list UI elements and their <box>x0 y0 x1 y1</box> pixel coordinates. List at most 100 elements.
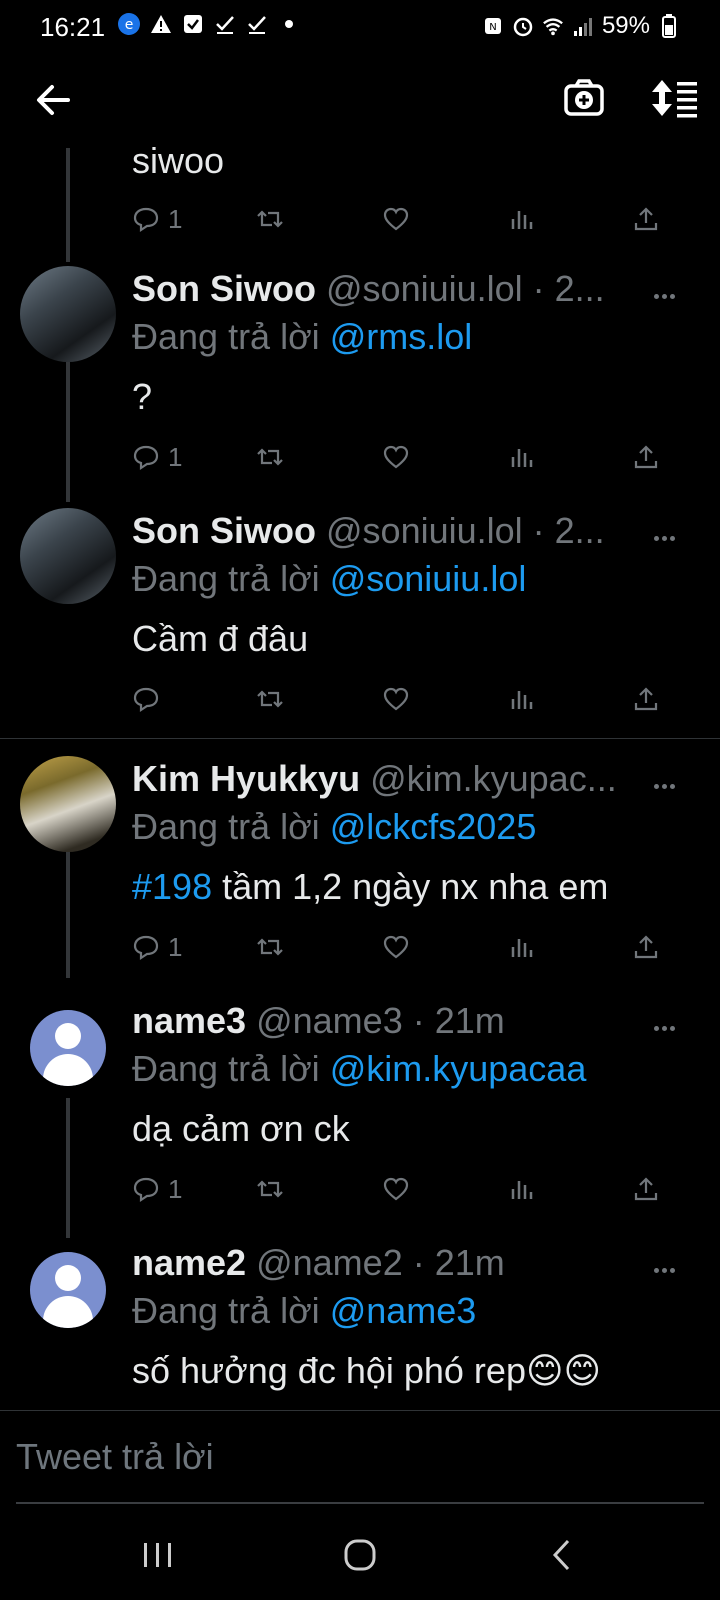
composer-underline <box>16 1502 704 1504</box>
reply-button[interactable]: 1 <box>132 202 182 236</box>
back-button[interactable] <box>32 78 76 122</box>
display-name[interactable]: Son Siwoo <box>132 510 316 551</box>
heart-icon <box>383 445 409 469</box>
views-button[interactable] <box>508 202 536 236</box>
share-button[interactable] <box>632 930 660 964</box>
dot-icon <box>278 13 300 35</box>
views-button[interactable] <box>508 1172 536 1206</box>
retweet-button[interactable] <box>256 202 284 236</box>
share-button[interactable] <box>632 440 660 474</box>
share-icon <box>634 445 658 469</box>
more-options-icon[interactable] <box>654 1018 684 1038</box>
divider <box>0 1410 720 1411</box>
avatar[interactable] <box>20 508 116 604</box>
mention-link[interactable]: @rms.lol <box>330 316 473 357</box>
status-time: 16:21 <box>40 12 106 42</box>
divider <box>0 738 720 739</box>
camera-button[interactable] <box>562 76 606 120</box>
share-button[interactable] <box>632 1172 660 1206</box>
display-name[interactable]: name3 <box>132 1000 246 1041</box>
replying-to-label: Đang trả lời <box>132 1290 320 1331</box>
retweet-button[interactable] <box>256 930 284 964</box>
reply-button[interactable]: 1 <box>132 1172 182 1206</box>
replying-to: Đang trả lời @rms.lol <box>132 316 472 358</box>
sort-button[interactable] <box>650 76 700 120</box>
share-button[interactable] <box>632 682 660 716</box>
like-button[interactable] <box>382 440 410 474</box>
status-bar: 16:21 e N 59% <box>0 0 720 52</box>
tweet-header: name2 @name2 · 21m <box>132 1242 662 1284</box>
reply-button[interactable]: 1 <box>132 930 182 964</box>
tweet-text: siwoo <box>132 140 225 181</box>
check-icon <box>214 13 236 35</box>
replying-to: Đang trả lời @lckcfs2025 <box>132 806 536 848</box>
reply-input[interactable]: Tweet trả lời <box>16 1436 214 1478</box>
recents-button[interactable] <box>128 1530 188 1580</box>
handle[interactable]: @soniuiu.lol · 2... <box>326 510 605 551</box>
battery-icon <box>658 14 680 38</box>
handle[interactable]: @name2 · 21m <box>256 1242 505 1283</box>
nav-back-button[interactable] <box>532 1530 592 1580</box>
views-button[interactable] <box>508 682 536 716</box>
views-button[interactable] <box>508 930 536 964</box>
analytics-icon <box>511 449 533 467</box>
heart-icon <box>383 1177 409 1201</box>
handle[interactable]: @soniuiu.lol · 2... <box>326 268 605 309</box>
retweet-icon <box>257 1180 283 1198</box>
tweet-item[interactable]: name2 @name2 · 21m Đang trả lời @name3 s… <box>0 1240 720 1400</box>
home-button[interactable] <box>330 1530 390 1580</box>
avatar[interactable] <box>20 756 116 852</box>
mention-link[interactable]: @soniuiu.lol <box>330 558 527 599</box>
like-button[interactable] <box>382 1172 410 1206</box>
display-name[interactable]: name2 <box>132 1242 246 1283</box>
camera-plus-icon <box>564 79 604 116</box>
retweet-button[interactable] <box>256 440 284 474</box>
reply-icon <box>133 1177 159 1203</box>
notification-icons: e <box>118 13 300 35</box>
hashtag-link[interactable]: #198 <box>132 866 212 907</box>
tweet-item[interactable]: Son Siwoo @soniuiu.lol · 2... Đang trả l… <box>0 266 720 486</box>
retweet-icon <box>257 210 283 228</box>
views-button[interactable] <box>508 440 536 474</box>
heart-icon <box>383 687 409 711</box>
share-button[interactable] <box>632 202 660 236</box>
reply-count: 1 <box>168 931 183 962</box>
retweet-button[interactable] <box>256 1172 284 1206</box>
avatar[interactable] <box>30 1252 106 1328</box>
tweet-item[interactable]: Son Siwoo @soniuiu.lol · 2... Đang trả l… <box>0 508 720 728</box>
home-icon <box>344 1539 376 1571</box>
mention-link[interactable]: @lckcfs2025 <box>330 806 537 847</box>
tweet-actions: 1 <box>132 930 692 964</box>
like-button[interactable] <box>382 682 410 716</box>
battery-percent: 59% <box>601 12 650 39</box>
replying-to-label: Đang trả lời <box>132 806 320 847</box>
handle[interactable]: @name3 · 21m <box>256 1000 505 1041</box>
chevron-left-icon <box>552 1539 570 1571</box>
sort-icon <box>652 80 697 118</box>
analytics-icon <box>511 211 533 229</box>
like-button[interactable] <box>382 930 410 964</box>
avatar[interactable] <box>20 266 116 362</box>
reply-button[interactable] <box>132 682 168 716</box>
more-options-icon[interactable] <box>654 286 684 306</box>
tweet-item[interactable]: Kim Hyukkyu @kim.kyupac... Đang trả lời … <box>0 756 720 976</box>
mention-link[interactable]: @kim.kyupacaa <box>330 1048 587 1089</box>
more-options-icon[interactable] <box>654 1260 684 1280</box>
more-options-icon[interactable] <box>654 776 684 796</box>
tweet-item[interactable]: name3 @name3 · 21m Đang trả lời @kim.kyu… <box>0 998 720 1218</box>
reply-count: 1 <box>168 203 183 234</box>
like-button[interactable] <box>382 202 410 236</box>
avatar[interactable] <box>30 1010 106 1086</box>
display-name[interactable]: Son Siwoo <box>132 268 316 309</box>
share-icon <box>634 1177 658 1201</box>
system-nav-bar <box>0 1512 720 1600</box>
reply-composer: Tweet trả lời <box>0 1412 720 1512</box>
handle[interactable]: @kim.kyupac... <box>370 758 617 799</box>
tweet-header: Kim Hyukkyu @kim.kyupac... <box>132 758 662 800</box>
tweet-item[interactable]: siwoo 1 <box>0 140 720 250</box>
display-name[interactable]: Kim Hyukkyu <box>132 758 360 799</box>
retweet-button[interactable] <box>256 682 284 716</box>
reply-button[interactable]: 1 <box>132 440 182 474</box>
more-options-icon[interactable] <box>654 528 684 548</box>
mention-link[interactable]: @name3 <box>330 1290 477 1331</box>
